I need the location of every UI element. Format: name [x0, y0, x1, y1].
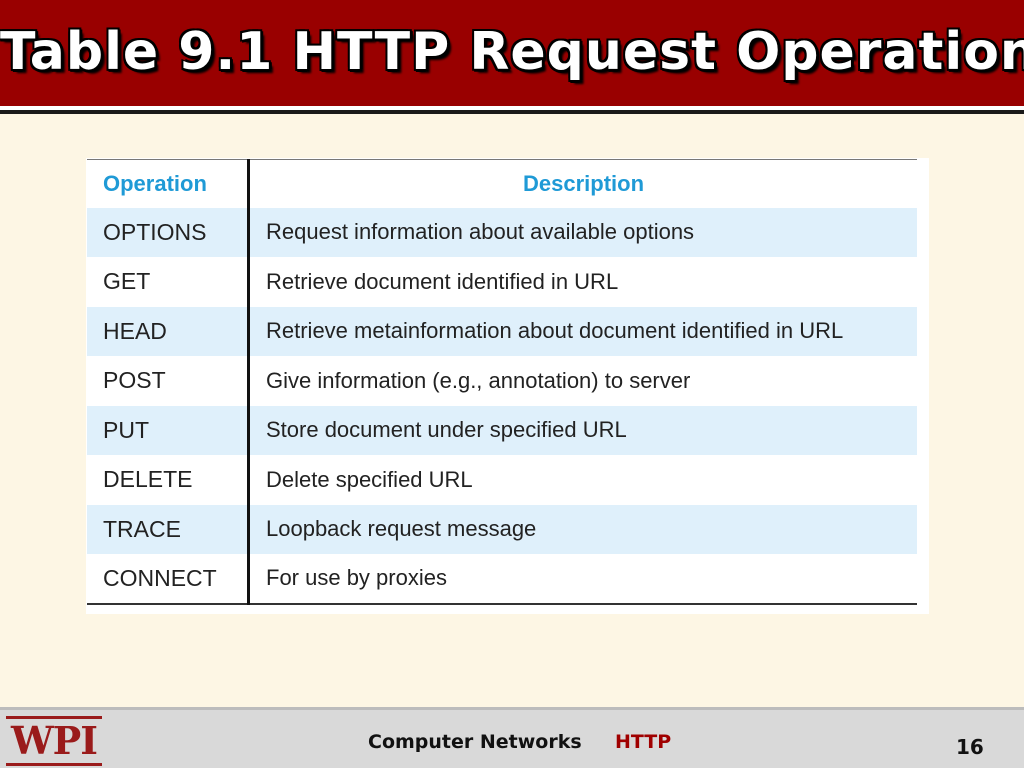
table-row: TRACE Loopback request message — [87, 504, 917, 554]
description-cell: Retrieve document identified in URL — [266, 268, 619, 294]
table-header-row: Operation Description — [87, 159, 917, 208]
slide-title: Table 9.1 HTTP Request Operations — [0, 22, 1024, 82]
description-cell: Give information (e.g., annotation) to s… — [266, 367, 691, 393]
operations-table: Operation Description OPTIONS Request in… — [87, 159, 917, 605]
description-cell: Request information about available opti… — [248, 207, 917, 257]
operation-cell: TRACE — [87, 504, 250, 554]
operations-table-card: Operation Description OPTIONS Request in… — [86, 158, 929, 614]
column-header-description: Description — [248, 159, 917, 208]
table-row: POST Give information (e.g., annotation)… — [87, 356, 917, 406]
operation-cell: POST — [87, 356, 250, 406]
table-row: PUT Store document under specified URL — [87, 405, 917, 455]
description-cell: For use by proxies — [248, 554, 917, 605]
page-number: 16 — [956, 735, 984, 759]
operation-cell: OPTIONS — [87, 207, 250, 257]
table-row: GET Retrieve document identified in URL — [87, 257, 917, 307]
table-row: OPTIONS Request information about availa… — [87, 207, 917, 257]
operation-cell: GET — [87, 257, 250, 307]
footer-course-title: Computer Networks — [368, 731, 582, 753]
logo-bottom-rule — [6, 763, 102, 766]
operation-cell: HEAD — [87, 306, 250, 356]
wpi-logo: WPI — [6, 716, 102, 766]
description-cell: Loopback request message — [248, 504, 917, 554]
table-row: CONNECT For use by proxies — [87, 554, 917, 605]
operation-cell: CONNECT — [87, 554, 250, 605]
description-cell: Store document under specified URL — [248, 405, 917, 455]
footer-topic: HTTP — [615, 731, 672, 753]
operation-cell: PUT — [87, 405, 250, 455]
description-cell: Retrieve metainformation about document … — [248, 306, 917, 356]
description-cell: Delete specified URL — [266, 466, 473, 492]
operation-cell: DELETE — [87, 455, 250, 505]
title-divider-black — [0, 110, 1024, 114]
logo-text: WPI — [10, 718, 98, 763]
table-row: HEAD Retrieve metainformation about docu… — [87, 306, 917, 356]
column-header-operation: Operation — [87, 159, 250, 208]
table-row: DELETE Delete specified URL — [87, 455, 917, 505]
